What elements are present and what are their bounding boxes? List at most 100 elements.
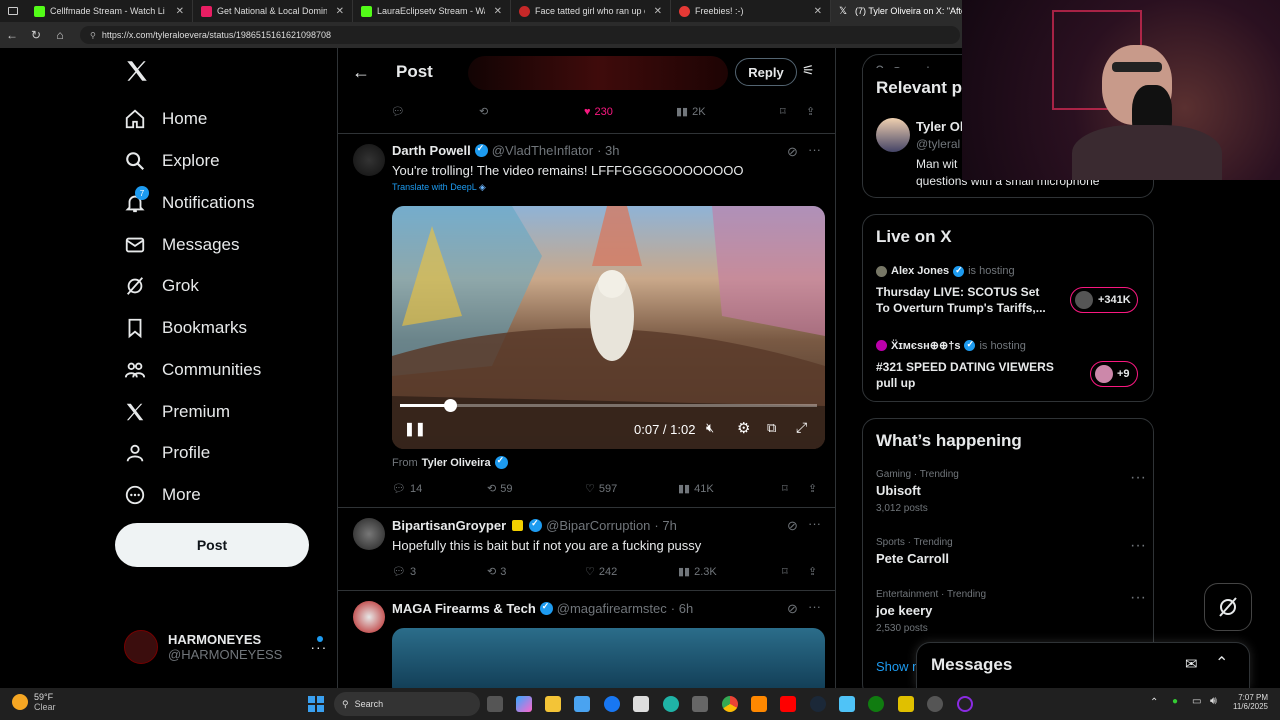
bookmark-icon[interactable]: ⌑	[782, 482, 808, 495]
video-player[interactable]: ❚❚ 0:07 / 1:02 🔇︎ ⚙ ⧉ ⤢	[392, 206, 825, 449]
repost-button[interactable]: ⟲ 59	[487, 482, 585, 496]
trend-item[interactable]: Entertainment · Trending joe keery 2,530…	[876, 589, 1146, 634]
steam-icon[interactable]	[810, 696, 826, 712]
nav-notifications[interactable]: 7 Notifications	[124, 186, 255, 218]
trend-item[interactable]: Gaming · Trending Ubisoft 3,012 posts ··…	[876, 469, 1146, 514]
avatar[interactable]	[353, 601, 385, 633]
app-icon[interactable]	[927, 696, 943, 712]
grok-icon[interactable]: ⊘	[787, 518, 798, 534]
account-switcher[interactable]: HARMONEYES @HARMONEYESS ···	[124, 630, 327, 664]
calculator-icon[interactable]	[692, 696, 708, 712]
close-tab-icon[interactable]: ✕	[654, 6, 662, 17]
reply-button[interactable]: 💬︎ 3	[392, 565, 487, 579]
post-button[interactable]: Post	[115, 523, 309, 567]
amazon-icon[interactable]	[633, 696, 649, 712]
repost-icon[interactable]: ⟲	[479, 105, 584, 118]
expand-icon[interactable]: ⌃	[1215, 653, 1228, 673]
nav-profile[interactable]: Profile	[124, 438, 210, 468]
avatar[interactable]	[353, 144, 385, 176]
more-dots-icon[interactable]: ···	[808, 142, 821, 157]
vlc-icon[interactable]	[751, 696, 767, 712]
back-icon[interactable]: ←	[0, 28, 24, 42]
grok-icon[interactable]: ⊘	[787, 144, 798, 160]
repost-button[interactable]: ⟲ 3	[487, 565, 585, 579]
tray-chevron-icon[interactable]: ⌃	[1150, 697, 1158, 708]
filter-icon[interactable]: ⚟	[802, 62, 815, 79]
nav-explore[interactable]: Explore	[124, 146, 220, 176]
avatar[interactable]	[876, 118, 910, 152]
like-button[interactable]: ♥ 230	[584, 106, 676, 118]
browser-tab[interactable]: Get National & Local Dominos Pi✕	[193, 0, 353, 22]
obs-icon[interactable]	[957, 696, 973, 712]
reply-icon[interactable]: 💬︎	[391, 105, 479, 118]
task-view-icon[interactable]	[487, 696, 503, 712]
xbox-icon[interactable]	[868, 696, 884, 712]
close-tab-icon[interactable]: ✕	[336, 6, 344, 17]
more-dots-icon[interactable]: ···	[1130, 469, 1146, 487]
reload-icon[interactable]: ↻	[24, 28, 48, 42]
nav-bookmarks[interactable]: Bookmarks	[124, 313, 247, 343]
site-info-icon[interactable]: ⚲	[90, 31, 96, 40]
more-dots-icon[interactable]: ···	[1130, 537, 1146, 555]
copilot-icon[interactable]	[516, 696, 532, 712]
nav-premium[interactable]: Premium	[124, 397, 230, 427]
mute-icon[interactable]: 🔇︎	[706, 420, 714, 436]
x-logo-icon[interactable]	[124, 58, 150, 84]
bookmark-icon[interactable]: ⌑	[780, 105, 806, 118]
fullscreen-icon[interactable]: ⤢	[796, 419, 807, 436]
settings-gear-icon[interactable]: ⚙	[737, 419, 750, 437]
youtube-icon[interactable]	[780, 696, 796, 712]
new-message-icon[interactable]: ✉	[1185, 655, 1198, 673]
popout-icon[interactable]: ⧉	[767, 420, 776, 436]
bookmark-icon[interactable]: ⌑	[782, 565, 808, 578]
avatar[interactable]	[353, 518, 385, 550]
reply-button[interactable]: 💬︎ 14	[392, 482, 487, 496]
more-dots-icon[interactable]: ···	[808, 516, 821, 531]
live-item[interactable]: Ẍɪᴍєѕн⊕⊕†ѕ is hosting #321 SPEED DATING …	[876, 339, 1146, 399]
live-item[interactable]: Alex Jones is hosting Thursday LIVE: SCO…	[876, 265, 1146, 325]
url-field[interactable]: ⚲ https://x.com/tyleraloevera/status/198…	[80, 26, 960, 44]
tweet-media[interactable]	[392, 628, 825, 688]
share-icon[interactable]: ⇪	[806, 105, 815, 118]
nav-grok[interactable]: Grok	[124, 271, 199, 301]
store-icon[interactable]	[574, 696, 590, 712]
app-icon[interactable]	[839, 696, 855, 712]
app-icon[interactable]	[898, 696, 914, 712]
reply-button[interactable]: Reply	[735, 58, 797, 86]
video-progress-track[interactable]	[400, 404, 817, 407]
nav-home[interactable]: Home	[124, 104, 207, 134]
views-button[interactable]: ▮▮ 41K	[678, 482, 782, 496]
pause-icon[interactable]: ❚❚	[404, 421, 426, 437]
browser-tab[interactable]: Cellfmade Stream - Watch Li ✕	[26, 0, 193, 22]
start-button[interactable]	[308, 696, 324, 712]
close-tab-icon[interactable]: ✕	[494, 6, 502, 17]
file-explorer-icon[interactable]	[545, 696, 561, 712]
home-icon[interactable]: ⌂	[48, 28, 72, 42]
share-icon[interactable]: ⇪	[808, 482, 817, 495]
nav-messages[interactable]: Messages	[124, 230, 239, 260]
messages-drawer[interactable]: Messages ✉ ⌃	[916, 642, 1250, 688]
like-button[interactable]: ♡ 597	[585, 482, 678, 496]
microphone-icon[interactable]: ●	[1172, 696, 1178, 707]
window-menu-icon[interactable]	[0, 0, 26, 22]
share-icon[interactable]: ⇪	[808, 565, 817, 578]
network-icon[interactable]: ▭	[1192, 696, 1201, 707]
browser-tab[interactable]: Freebies! :-) ✕	[671, 0, 831, 22]
trend-item[interactable]: Sports · Trending Pete Carroll ···	[876, 537, 1146, 566]
weather-widget[interactable]: 59°F Clear	[12, 692, 56, 712]
nav-more[interactable]: More	[124, 480, 201, 510]
facebook-icon[interactable]	[604, 696, 620, 712]
taskbar-search[interactable]: ⚲ Search	[334, 692, 480, 716]
video-progress-handle[interactable]	[444, 399, 457, 412]
more-dots-icon[interactable]: ···	[808, 599, 821, 614]
edge-icon[interactable]	[663, 696, 679, 712]
close-tab-icon[interactable]: ✕	[176, 6, 184, 17]
nav-communities[interactable]: Communities	[124, 355, 261, 385]
clock[interactable]: 7:07 PM 11/6/2025	[1226, 693, 1268, 711]
close-tab-icon[interactable]: ✕	[814, 6, 822, 17]
browser-tab[interactable]: Face tatted girl who ran up on m✕	[511, 0, 671, 22]
grok-floating-button[interactable]	[1204, 583, 1252, 631]
volume-icon[interactable]: 🔊︎	[1210, 695, 1217, 708]
back-arrow-icon[interactable]: ←	[352, 62, 370, 83]
more-dots-icon[interactable]: ···	[1130, 589, 1146, 607]
